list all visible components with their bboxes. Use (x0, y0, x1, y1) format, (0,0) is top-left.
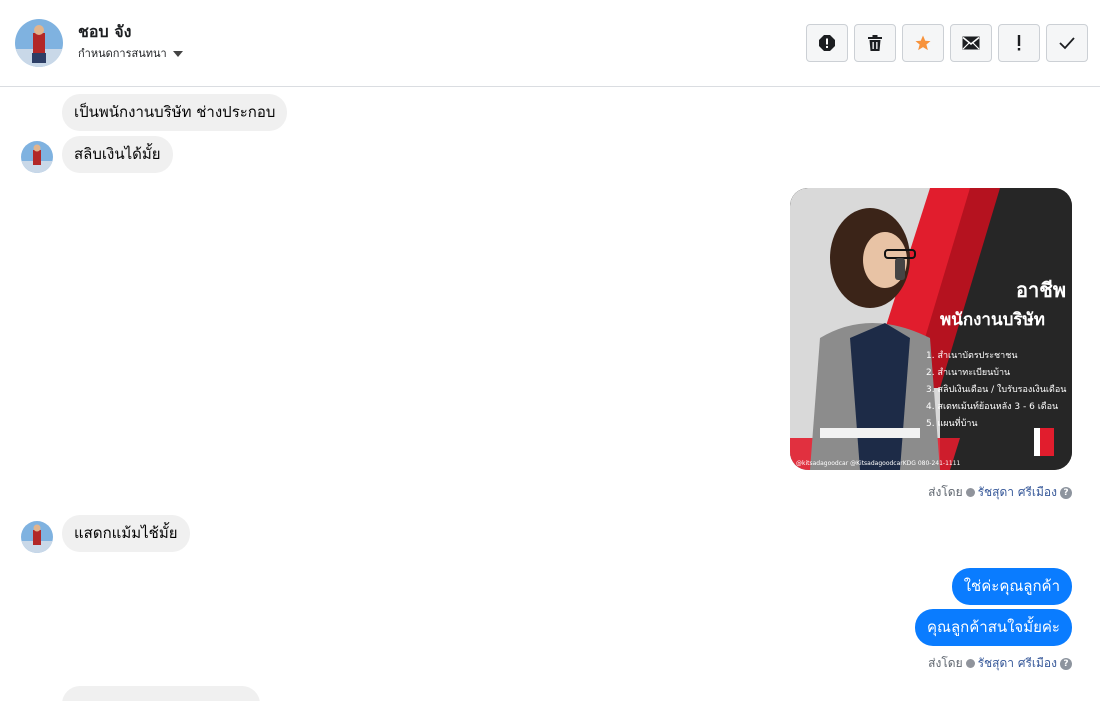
sent-by-agent-link[interactable]: รัชสุดา ศรีเมือง (978, 483, 1057, 502)
help-icon[interactable]: ? (1060, 486, 1072, 499)
poster-footer: @kitsadagoodcar @KitsadagoodcarKDG 080-2… (796, 460, 961, 467)
check-icon (1059, 37, 1075, 50)
incoming-message: แสดกแม้มไช้มั้ย (62, 515, 190, 552)
mark-unread-button[interactable] (950, 24, 992, 62)
message-thread[interactable]: เป็นพนักงานบริษัท ช่างประกอบ สลิบเงินได้… (0, 88, 1100, 701)
delete-button[interactable] (854, 24, 896, 62)
star-icon (915, 35, 931, 51)
caret-down-icon (172, 51, 183, 57)
report-icon (819, 35, 835, 51)
conversation-actions (806, 24, 1088, 62)
star-button[interactable] (902, 24, 944, 62)
trash-icon (868, 35, 882, 51)
agent-status-icon (965, 659, 975, 668)
poster-list-item: 2. สำเนาทะเบียนบ้าน (926, 368, 1011, 378)
mark-done-button[interactable] (1046, 24, 1088, 62)
assign-conversation-dropdown[interactable]: กำหนดการสนทนา (78, 44, 183, 62)
spam-button[interactable] (998, 24, 1040, 62)
poster-subtitle: พนักงานบริษัท (940, 310, 1045, 330)
outgoing-message: คุณลูกค้าสนใจมั้ยค่ะ (915, 609, 1072, 646)
poster-list-item: 4. สเตทเม้นท์ย้อนหลัง 3 - 6 เดือน (926, 402, 1059, 412)
poster-list-item: 5. แผนที่บ้าน (926, 419, 978, 429)
incoming-message: สลิบเงินได้มั้ย (62, 136, 173, 173)
exclamation-icon (1017, 35, 1021, 51)
sender-avatar (21, 521, 53, 553)
poster-title: อาชีพ (1016, 278, 1066, 302)
agent-status-icon (965, 488, 975, 497)
sent-by-note: ส่งโดย รัชสุดา ศรีเมือง ? (928, 654, 1072, 673)
sent-by-agent-link[interactable]: รัชสุดา ศรีเมือง (978, 654, 1057, 673)
poster-list-item: 3. สลิปเงินเดือน / ใบรับรองเงินเดือน (926, 385, 1067, 395)
report-button[interactable] (806, 24, 848, 62)
sender-avatar (21, 141, 53, 173)
poster-list-item: 1. สำเนาบัตรประชาชน (926, 351, 1018, 361)
help-icon[interactable]: ? (1060, 657, 1072, 670)
sent-by-prefix: ส่งโดย (928, 485, 963, 499)
contact-avatar[interactable] (15, 19, 63, 67)
envelope-icon (962, 36, 980, 50)
image-message[interactable]: อาชีพ พนักงานบริษัท 1. สำเนาบัตรประชาชน … (790, 188, 1072, 470)
assign-label: กำหนดการสนทนา (78, 47, 167, 60)
incoming-message: เป็นพนักงานบริษัท ช่างประกอบ (62, 94, 288, 131)
contact-name[interactable]: ชอบ จัง (78, 20, 131, 45)
poster-document-list: 1. สำเนาบัตรประชาชน 2. สำเนาทะเบียนบ้าน … (926, 348, 1066, 433)
sent-by-prefix: ส่งโดย (928, 656, 963, 670)
conversation-header: ชอบ จัง กำหนดการสนทนา (0, 0, 1100, 87)
outgoing-message: ใช่ค่ะคุณลูกค้า (951, 568, 1072, 605)
sent-by-note: ส่งโดย รัชสุดา ศรีเมือง ? (928, 483, 1072, 502)
incoming-message-partial (62, 686, 260, 701)
